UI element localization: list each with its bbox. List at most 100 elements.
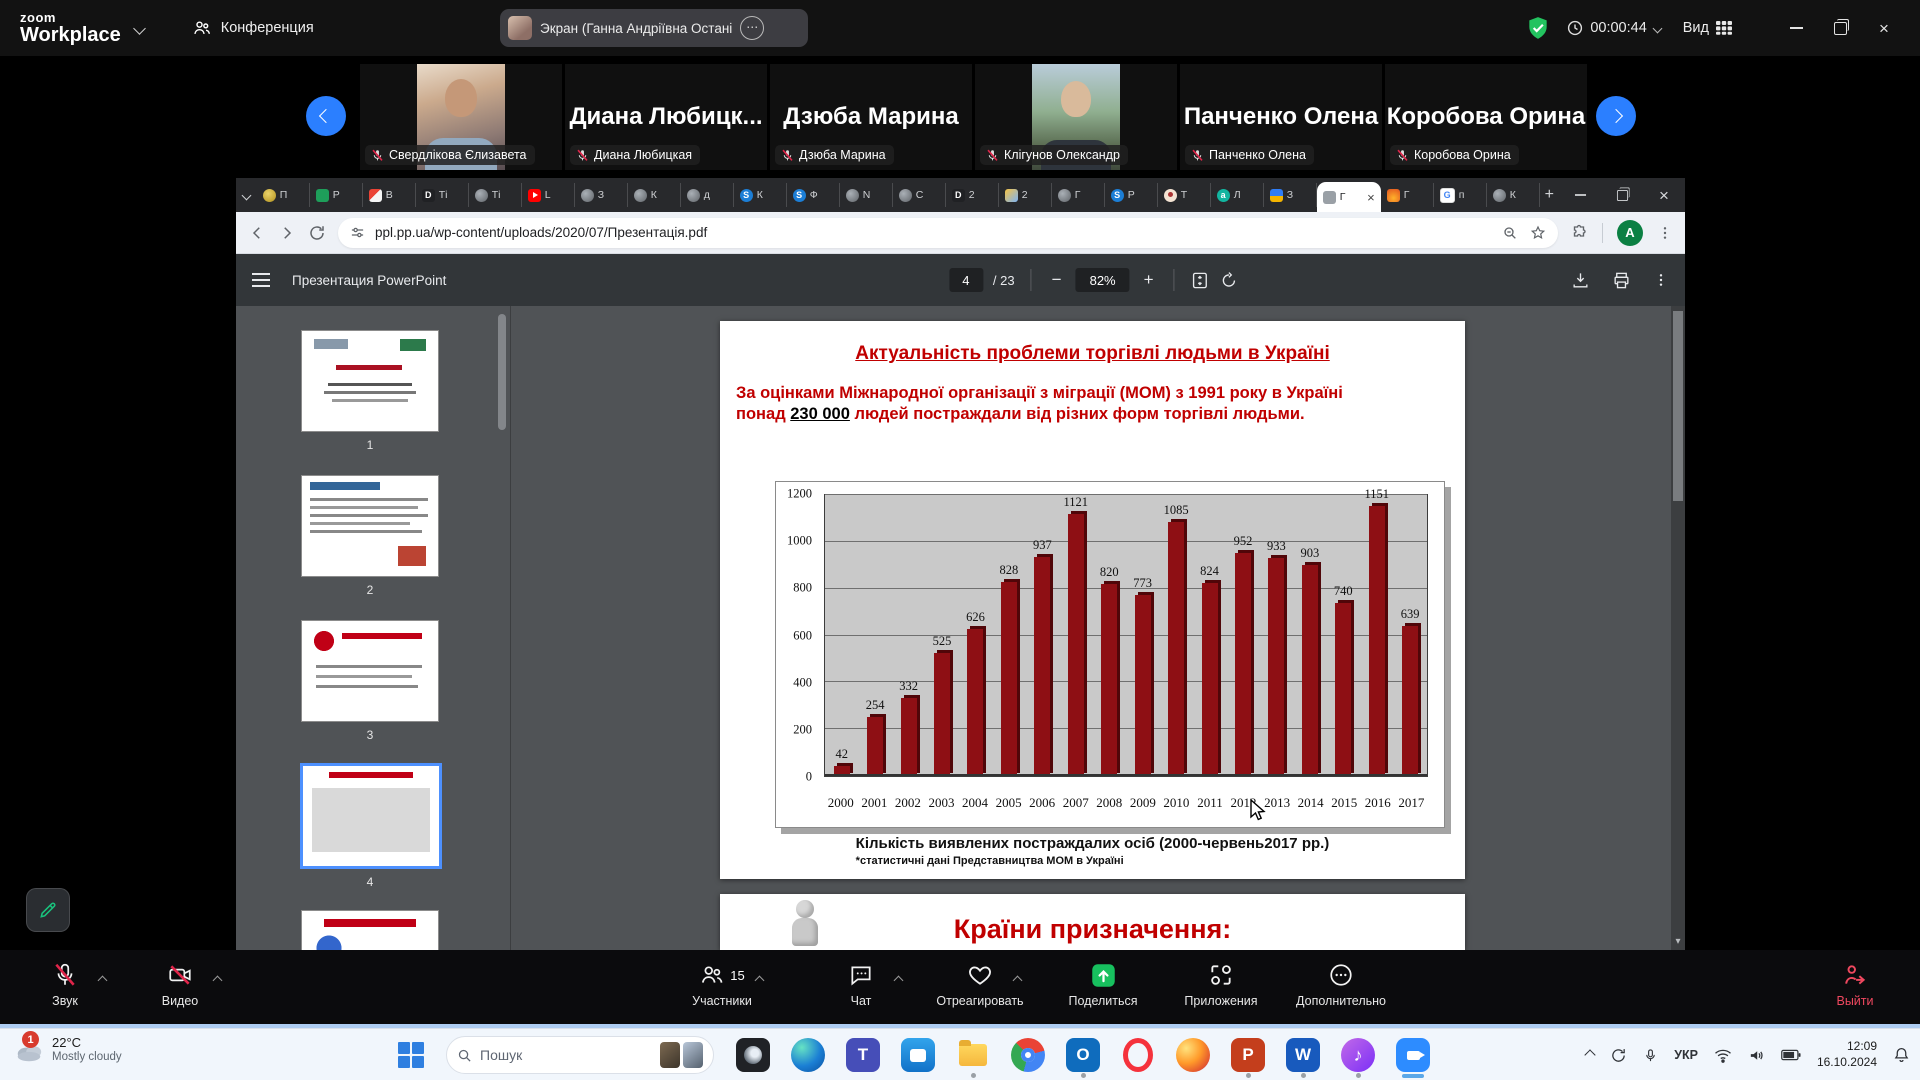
sync-icon[interactable] [1610, 1047, 1627, 1064]
chevron-down-icon[interactable] [133, 22, 146, 35]
pdf-thumbnail-page[interactable] [301, 330, 439, 432]
close-button[interactable]: × [1862, 0, 1906, 56]
pdf-thumbnail[interactable]: 5 [300, 910, 440, 950]
browser-tab[interactable]: З [1264, 183, 1317, 207]
browser-tab[interactable]: Т [1158, 183, 1211, 207]
browser-tab[interactable]: SК [734, 183, 787, 207]
previous-participants-button[interactable] [306, 96, 346, 136]
participant-tile[interactable]: Коробова ОринаКоробова Орина [1385, 64, 1587, 170]
browser-restore-button[interactable] [1601, 178, 1643, 212]
browser-tab[interactable]: 2 [999, 183, 1052, 207]
screen-share-tab[interactable]: Экран (Ганна Андріївна Остані ⋯ [500, 9, 808, 47]
browser-tab[interactable]: aЛ [1211, 183, 1264, 207]
participant-tile[interactable]: Дзюба МаринаДзюба Марина [770, 64, 972, 170]
taskbar-app-music[interactable]: ♪ [1341, 1038, 1375, 1072]
wifi-icon[interactable] [1714, 1048, 1732, 1063]
tray-overflow-icon[interactable] [1585, 1049, 1596, 1060]
meeting-timer[interactable]: 00:00:44 [1567, 20, 1660, 36]
page-number-input[interactable]: 4 [949, 268, 983, 292]
tab-search-button[interactable] [236, 178, 257, 212]
more-options-icon[interactable]: ⋯ [740, 16, 764, 40]
taskbar-app-photos[interactable] [736, 1038, 770, 1072]
taskbar-clock[interactable]: 12:09 16.10.2024 [1817, 1039, 1877, 1070]
bookmark-star-icon[interactable] [1530, 225, 1546, 241]
view-button[interactable]: Вид [1683, 20, 1732, 36]
back-button[interactable] [248, 224, 266, 242]
sidebar-scrollbar[interactable] [498, 314, 506, 430]
toolbar-item-video-off[interactable]: Видео [125, 961, 235, 1008]
zoom-page-icon[interactable] [1502, 225, 1518, 241]
browser-tab[interactable]: В [363, 183, 416, 207]
pdf-thumbnail-page[interactable] [301, 910, 439, 950]
taskbar-app-powerpoint[interactable]: P [1231, 1038, 1265, 1072]
browser-tab[interactable]: С [893, 183, 946, 207]
address-bar[interactable]: ppl.pp.ua/wp-content/uploads/2020/07/Пре… [338, 218, 1558, 248]
participant-tile[interactable]: Диана Любицк...Диана Любицкая [565, 64, 767, 170]
browser-tab[interactable]: L [522, 183, 575, 207]
toolbar-item-more[interactable]: Дополнительно [1286, 961, 1396, 1008]
browser-tab[interactable]: К [628, 183, 681, 207]
taskbar-app-outlook[interactable]: O [1066, 1038, 1100, 1072]
annotation-pencil-button[interactable] [26, 888, 70, 932]
restore-button[interactable] [1818, 0, 1862, 56]
browser-tab[interactable]: З [575, 183, 628, 207]
chevron-up-icon[interactable] [895, 971, 902, 989]
browser-tab[interactable]: D2 [946, 183, 999, 207]
pdf-more-icon[interactable] [1653, 272, 1669, 288]
zoom-level-input[interactable]: 82% [1076, 268, 1130, 292]
chevron-up-icon[interactable] [99, 971, 106, 989]
browser-tab[interactable]: д [681, 183, 734, 207]
minimize-button[interactable] [1774, 0, 1818, 56]
tray-mic-icon[interactable] [1643, 1047, 1658, 1064]
taskbar-app-explorer[interactable] [956, 1038, 990, 1072]
print-icon[interactable] [1612, 271, 1631, 290]
conference-tab[interactable]: Конференция [192, 18, 314, 38]
toolbar-item-participants[interactable]: 15Участники [667, 961, 777, 1008]
browser-tab[interactable]: Р [310, 183, 363, 207]
fit-page-icon[interactable] [1191, 271, 1210, 290]
download-icon[interactable] [1571, 271, 1590, 290]
browser-tab[interactable]: DТі [416, 183, 469, 207]
pdf-menu-icon[interactable] [252, 273, 270, 287]
zoom-out-button[interactable]: − [1048, 270, 1066, 290]
battery-icon[interactable] [1781, 1049, 1801, 1061]
participant-tile[interactable]: Свердлікова Єлизавета [360, 64, 562, 170]
toolbar-item-share[interactable]: Поделиться [1048, 961, 1158, 1008]
pdf-thumbnail[interactable]: 4 [300, 765, 440, 889]
taskbar-app-opera[interactable] [1121, 1038, 1155, 1072]
pdf-thumbnail[interactable]: 2 [300, 475, 440, 597]
browser-tab[interactable]: SР [1105, 183, 1158, 207]
browser-tab[interactable]: Г [1052, 183, 1105, 207]
browser-tab[interactable]: Ті [469, 183, 522, 207]
pdf-thumbnail-page[interactable] [301, 620, 439, 722]
toolbar-item-apps[interactable]: Приложения [1166, 961, 1276, 1008]
chevron-up-icon[interactable] [1014, 971, 1021, 989]
browser-tab[interactable]: Г× [1317, 182, 1381, 212]
pdf-scrollbar-thumb[interactable] [1673, 311, 1683, 501]
browser-tab[interactable]: К [1487, 183, 1540, 207]
security-shield-icon[interactable] [1525, 15, 1551, 41]
taskbar-app-zoom[interactable] [1396, 1038, 1430, 1072]
scroll-down-arrow[interactable]: ▾ [1671, 934, 1685, 950]
browser-tab[interactable]: П [257, 183, 310, 207]
language-indicator[interactable]: УКР [1674, 1048, 1698, 1062]
toolbar-item-mic-off[interactable]: Звук [10, 961, 120, 1008]
toolbar-item-react[interactable]: Отреагировать [925, 961, 1035, 1008]
volume-icon[interactable] [1748, 1048, 1765, 1063]
browser-menu-icon[interactable] [1657, 225, 1673, 241]
pdf-thumbnail-page[interactable] [300, 763, 442, 869]
taskbar-app-edge[interactable] [791, 1038, 825, 1072]
pdf-thumbnail-page[interactable] [301, 475, 439, 577]
taskbar-app-teams[interactable]: T [846, 1038, 880, 1072]
taskbar-app-word[interactable]: W [1286, 1038, 1320, 1072]
browser-tab[interactable]: N [840, 183, 893, 207]
toolbar-item-chat[interactable]: Чат [806, 961, 916, 1008]
taskbar-app-store[interactable] [901, 1038, 935, 1072]
chevron-down-icon[interactable] [1652, 23, 1662, 33]
browser-profile-avatar[interactable]: A [1617, 220, 1643, 246]
pdf-scrollbar[interactable]: ▾ [1671, 306, 1685, 950]
participant-tile[interactable]: Панченко ОленаПанченко Олена [1180, 64, 1382, 170]
reload-button[interactable] [308, 224, 326, 242]
chevron-up-icon[interactable] [756, 971, 763, 989]
pdf-thumbnail[interactable]: 1 [300, 330, 440, 452]
